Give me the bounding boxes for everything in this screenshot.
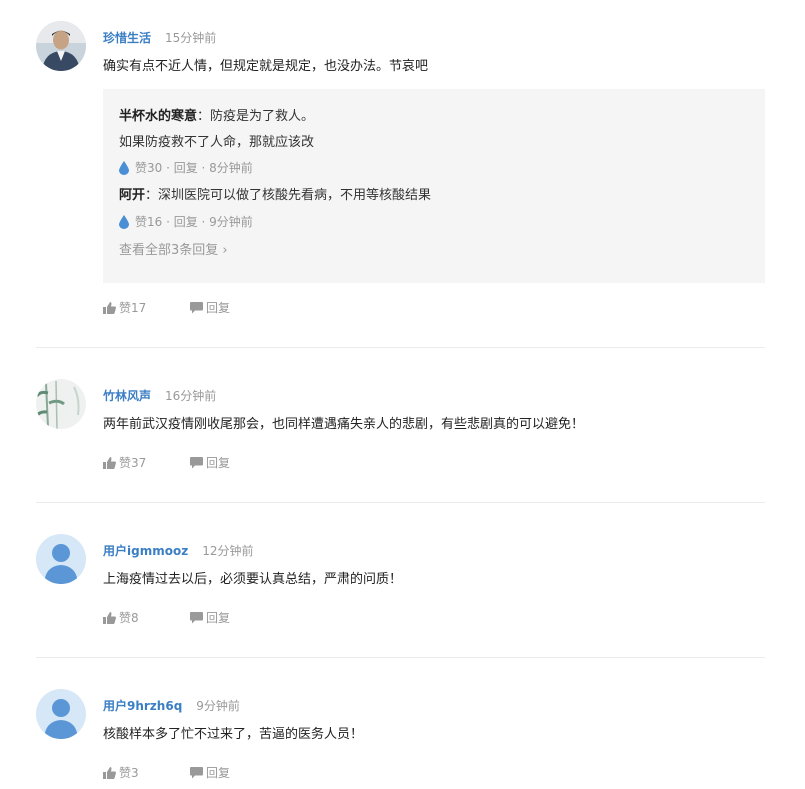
reply-author[interactable]: 半杯水的寒意 xyxy=(119,109,197,124)
comment-icon xyxy=(190,302,203,314)
username[interactable]: 用户9hrzh6q xyxy=(103,699,182,713)
user-avatar[interactable] xyxy=(36,689,86,739)
timestamp: 12分钟前 xyxy=(202,544,254,558)
like-button[interactable]: 赞8 xyxy=(103,610,139,626)
like-button[interactable]: 赞3 xyxy=(103,765,139,781)
thumbs-up-icon xyxy=(103,302,116,314)
timestamp: 15分钟前 xyxy=(165,31,217,45)
reply-text-line2: 如果防疫救不了人命，那就应该改 xyxy=(119,135,315,150)
comment-meta: 用户9hrzh6q 9分钟前 xyxy=(103,698,240,714)
reply-author[interactable]: 阿开 xyxy=(119,188,145,203)
like-button[interactable]: 赞37 xyxy=(103,455,146,471)
thumbs-up-icon xyxy=(103,612,116,624)
drop-icon[interactable] xyxy=(119,215,129,229)
username[interactable]: 用户igmmooz xyxy=(103,544,188,558)
comment-icon xyxy=(190,767,203,779)
comment-text: 核酸样本多了忙不过来了，苦逼的医务人员！ xyxy=(103,727,364,742)
user-avatar[interactable] xyxy=(36,379,86,429)
comment-item: 竹林风声 16分钟前 两年前武汉疫情刚收尾那会，也同样遭遇痛失亲人的悲剧，有些悲剧… xyxy=(0,348,805,503)
comment-text: 确实有点不近人情，但规定就是规定，也没办法。节哀吧 xyxy=(103,59,429,74)
comment-item: 用户9hrzh6q 9分钟前 核酸样本多了忙不过来了，苦逼的医务人员！ 赞3 回复 xyxy=(0,658,805,789)
reply-button[interactable]: 回复 xyxy=(190,455,230,471)
comment-meta: 珍惜生活 15分钟前 xyxy=(103,30,216,46)
like-button[interactable]: 赞17 xyxy=(103,300,146,316)
username[interactable]: 竹林风声 xyxy=(103,389,151,403)
reply-box: 半杯水的寒意：防疫是为了救人。 如果防疫救不了人命，那就应该改 赞30 · 回复… xyxy=(103,89,765,283)
thumbs-up-icon xyxy=(103,457,116,469)
comment-text: 上海疫情过去以后，必须要认真总结，严肃的问质！ xyxy=(103,572,403,587)
reply-meta: 赞30 · 回复 · 8分钟前 xyxy=(119,160,253,176)
reply-button[interactable]: 回复 xyxy=(190,610,230,626)
comment-item: 珍惜生活 15分钟前 确实有点不近人情，但规定就是规定，也没办法。节哀吧 半杯水的… xyxy=(0,0,805,348)
see-all-replies-link[interactable]: 查看全部3条回复 › xyxy=(119,242,228,260)
user-avatar[interactable] xyxy=(36,21,86,71)
reply-meta: 赞16 · 回复 · 9分钟前 xyxy=(119,214,253,230)
user-avatar[interactable] xyxy=(36,534,86,584)
username[interactable]: 珍惜生活 xyxy=(103,31,151,45)
timestamp: 9分钟前 xyxy=(196,699,240,713)
comment-icon xyxy=(190,457,203,469)
chevron-right-icon: › xyxy=(218,243,228,258)
reply-text: 半杯水的寒意：防疫是为了救人。 xyxy=(119,109,315,124)
reply-button[interactable]: 回复 xyxy=(190,300,230,316)
comment-text: 两年前武汉疫情刚收尾那会，也同样遭遇痛失亲人的悲剧，有些悲剧真的可以避免！ xyxy=(103,417,585,432)
comment-item: 用户igmmooz 12分钟前 上海疫情过去以后，必须要认真总结，严肃的问质！ 赞… xyxy=(0,503,805,658)
comment-meta: 用户igmmooz 12分钟前 xyxy=(103,543,253,559)
drop-icon[interactable] xyxy=(119,161,129,175)
comment-meta: 竹林风声 16分钟前 xyxy=(103,388,216,404)
comment-icon xyxy=(190,612,203,624)
reply-text: 阿开：深圳医院可以做了核酸先看病，不用等核酸结果 xyxy=(119,188,432,203)
timestamp: 16分钟前 xyxy=(165,389,217,403)
thumbs-up-icon xyxy=(103,767,116,779)
reply-button[interactable]: 回复 xyxy=(190,765,230,781)
